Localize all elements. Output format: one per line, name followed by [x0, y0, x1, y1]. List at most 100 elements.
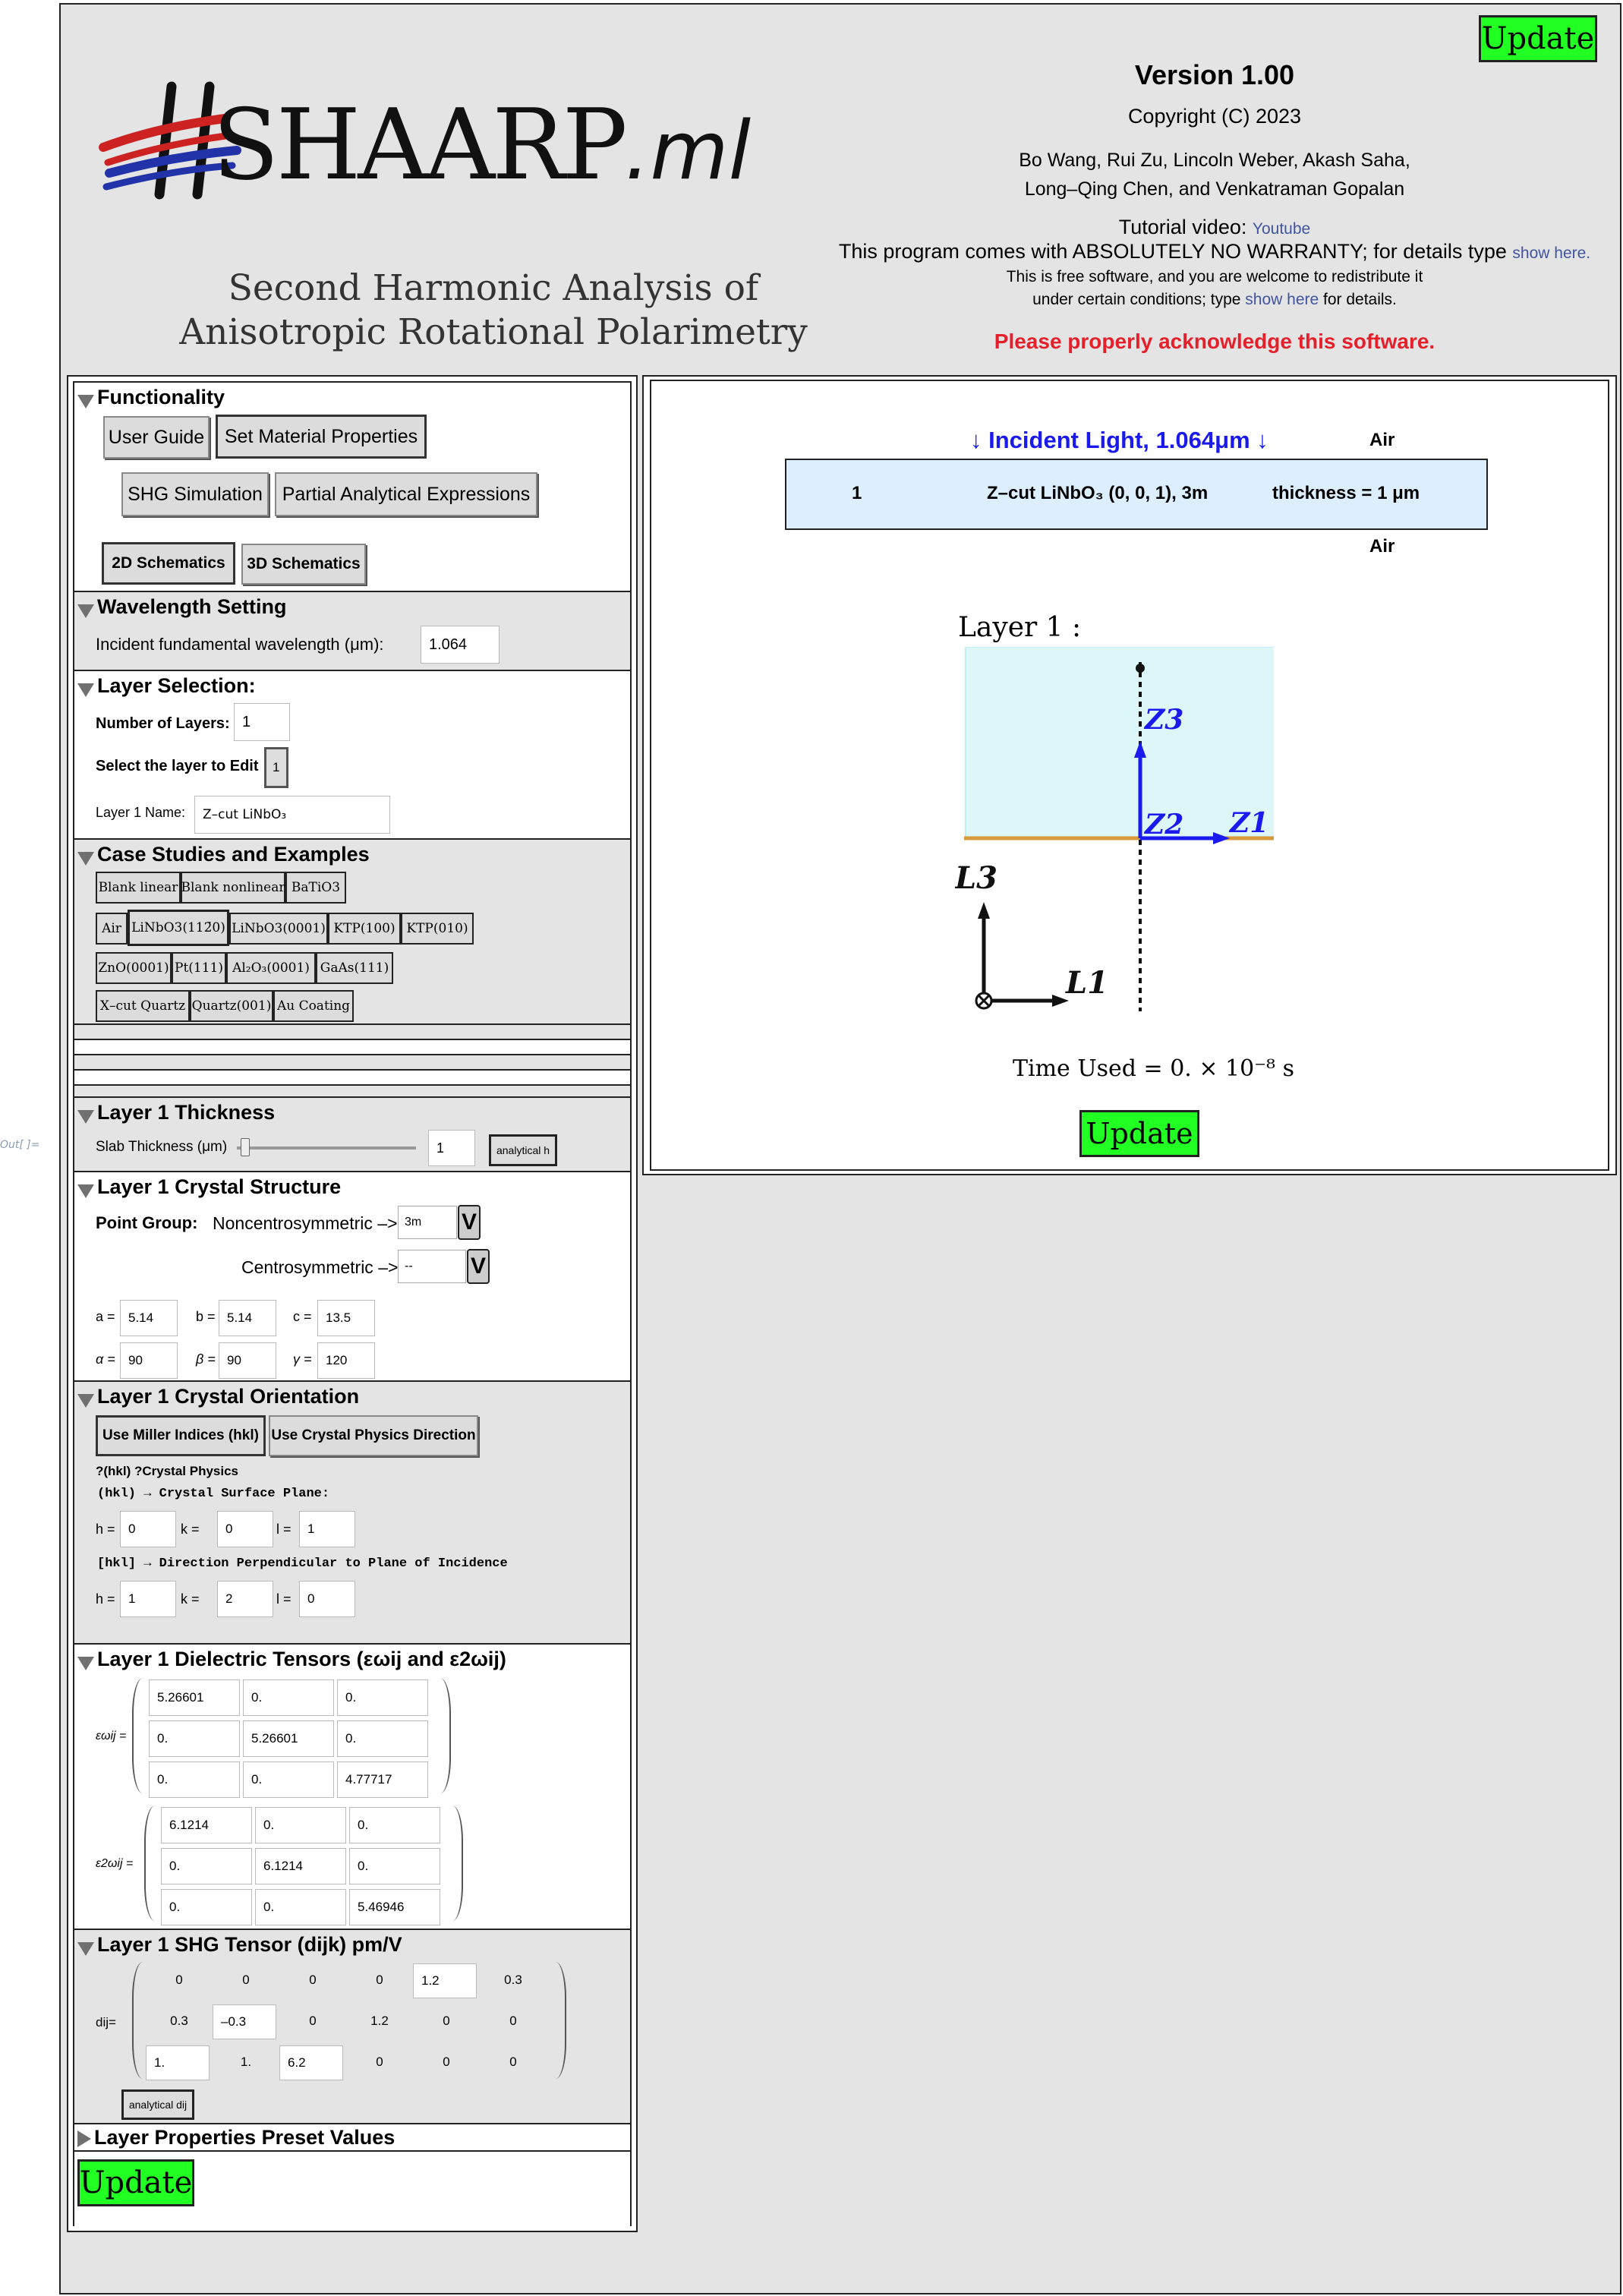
time-used-label: Time Used = 0. × 10⁻⁸ s: [1013, 1055, 1294, 1082]
layer-material: Z–cut LiNbO₃ (0, 0, 1), 3m: [987, 483, 1209, 503]
expand-triangle-icon: [77, 2130, 91, 2147]
matrix-cell-input[interactable]: 0.: [349, 1807, 440, 1843]
warranty-text: This program comes with ABSOLUTELY NO WA…: [838, 240, 1507, 263]
case-studies-heading[interactable]: Case Studies and Examples: [77, 843, 370, 866]
shg-heading[interactable]: Layer 1 SHG Tensor (dijk) pm/V: [77, 1933, 402, 1957]
matrix-cell-input[interactable]: 5.26601: [243, 1720, 334, 1757]
l1-input[interactable]: 1: [299, 1511, 355, 1547]
case-batio3-button[interactable]: BaTiO3: [285, 872, 346, 904]
youtube-link[interactable]: Youtube: [1253, 220, 1310, 238]
matrix-cell-input[interactable]: 4.77717: [337, 1761, 428, 1798]
k1-input[interactable]: 0: [217, 1511, 273, 1547]
section-shg: Layer 1 SHG Tensor (dijk) pm/V dij= 0 0 0 0…: [74, 1929, 630, 2123]
analytical-h-button[interactable]: analytical h: [489, 1134, 557, 1166]
h1-input[interactable]: 0: [120, 1511, 176, 1547]
case-blank-linear-button[interactable]: Blank linear: [96, 872, 181, 904]
noncentro-select[interactable]: 3m V: [398, 1205, 481, 1240]
thickness-heading[interactable]: Layer 1 Thickness: [77, 1101, 275, 1124]
dij-cell-input[interactable]: 6.2: [279, 2045, 343, 2080]
chevron-down-icon[interactable]: V: [458, 1205, 481, 1240]
matrix-cell-input[interactable]: 0.: [337, 1720, 428, 1757]
version-text: Version 1.00: [1134, 59, 1295, 90]
wavelength-input[interactable]: 1.064: [421, 626, 500, 664]
number-of-layers-input[interactable]: 1: [234, 703, 290, 741]
update-button-bottom[interactable]: Update: [77, 2159, 194, 2206]
matrix-cell-input[interactable]: 0.: [149, 1761, 240, 1798]
user-guide-button[interactable]: User Guide: [103, 416, 210, 459]
b-input[interactable]: 5.14: [219, 1300, 276, 1336]
matrix-cell-input[interactable]: 6.1214: [255, 1848, 346, 1884]
warranty-show-here-link[interactable]: show here.: [1512, 244, 1590, 262]
settings-inner: Functionality User Guide Set Material Pr…: [73, 381, 632, 2229]
case-linbo3-0001-button[interactable]: LiNbO3(0001): [229, 913, 328, 945]
case-au-coating-button[interactable]: Au Coating: [273, 990, 354, 1022]
case-al2o3-button[interactable]: Al₂O₃(0001): [226, 952, 316, 984]
gamma-input[interactable]: 120: [317, 1342, 375, 1379]
functionality-heading[interactable]: Functionality: [77, 386, 225, 409]
use-crystal-physics-button[interactable]: Use Crystal Physics Direction: [269, 1415, 478, 1456]
matrix-cell-input[interactable]: 0.: [243, 1679, 334, 1716]
matrix-cell-input[interactable]: 0.: [255, 1807, 346, 1843]
subtitle-line-1: Second Harmonic Analysis of: [228, 267, 759, 309]
case-ktp-010-button[interactable]: KTP(010): [401, 913, 474, 945]
beta-input[interactable]: 90: [219, 1342, 276, 1379]
dij-cell: 0: [309, 2014, 317, 2028]
presets-heading[interactable]: Layer Properties Preset Values: [77, 2126, 395, 2149]
case-air-button[interactable]: Air: [96, 913, 128, 945]
matrix-cell-input[interactable]: 0.: [337, 1679, 428, 1716]
2d-schematics-button[interactable]: 2D Schematics: [102, 542, 235, 585]
set-material-properties-button[interactable]: Set Material Properties: [216, 415, 427, 459]
layer-name-input[interactable]: Z–cut LiNbO₃: [194, 796, 390, 834]
layer-edit-selector[interactable]: 1: [264, 747, 288, 788]
orientation-heading[interactable]: Layer 1 Crystal Orientation: [77, 1385, 359, 1408]
case-ktp-100-button[interactable]: KTP(100): [328, 913, 401, 945]
collapse-triangle-icon: [77, 1109, 94, 1124]
matrix-cell-input[interactable]: 6.1214: [161, 1807, 252, 1843]
matrix-cell-input[interactable]: 5.26601: [149, 1679, 240, 1716]
update-button-top[interactable]: Update: [1479, 15, 1597, 62]
use-miller-indices-button[interactable]: Use Miller Indices (hkl): [96, 1415, 266, 1456]
matrix-cell-input[interactable]: 0.: [149, 1720, 240, 1757]
subtitle: Second Harmonic Analysis of Anisotropic …: [175, 266, 812, 355]
number-of-layers-label: Number of Layers:: [96, 715, 230, 732]
thickness-slider-track[interactable]: [237, 1138, 416, 1156]
c-input[interactable]: 13.5: [317, 1300, 375, 1336]
case-linbo3-1120-button[interactable]: LiNbO3(112̄0): [128, 910, 229, 946]
chevron-down-icon[interactable]: V: [467, 1249, 490, 1284]
wavelength-heading[interactable]: Wavelength Setting: [77, 595, 287, 619]
dij-cell-input[interactable]: 1.: [146, 2045, 210, 2080]
matrix-cell-input[interactable]: 0.: [161, 1848, 252, 1884]
dij-cell-input[interactable]: –0.3: [213, 2004, 276, 2039]
update-button-schematic[interactable]: Update: [1079, 1110, 1199, 1157]
case-quartz-001-button[interactable]: Quartz(001): [190, 990, 273, 1022]
case-blank-nonlinear-button[interactable]: Blank nonlinear: [181, 872, 285, 904]
thickness-slider-handle[interactable]: [241, 1138, 250, 1156]
analytical-dij-button[interactable]: analytical dij: [121, 2089, 194, 2120]
h2-input[interactable]: 1: [120, 1581, 176, 1617]
dij-cell: 0: [443, 2014, 450, 2028]
matrix-cell-input[interactable]: 0.: [161, 1889, 252, 1925]
matrix-cell-input[interactable]: 0.: [243, 1761, 334, 1798]
3d-schematics-button[interactable]: 3D Schematics: [241, 544, 366, 585]
case-xcut-quartz-button[interactable]: X–cut Quartz: [96, 990, 190, 1022]
matrix-right-paren: [440, 1678, 451, 1793]
thickness-input[interactable]: 1: [428, 1130, 475, 1166]
case-pt-button[interactable]: Pt(111): [172, 952, 226, 984]
free-show-here-link[interactable]: show here: [1245, 291, 1319, 308]
centro-select[interactable]: -- V: [398, 1249, 490, 1284]
matrix-cell-input[interactable]: 0.: [349, 1848, 440, 1884]
alpha-input[interactable]: 90: [120, 1342, 178, 1379]
dij-cell-input[interactable]: 1.2: [413, 1963, 477, 1998]
case-gaas-button[interactable]: GaAs(111): [316, 952, 393, 984]
l2-input[interactable]: 0: [299, 1581, 355, 1617]
crystal-structure-heading[interactable]: Layer 1 Crystal Structure: [77, 1175, 341, 1199]
partial-analytical-expressions-button[interactable]: Partial Analytical Expressions: [275, 472, 537, 516]
matrix-cell-input[interactable]: 0.: [255, 1889, 346, 1925]
matrix-cell-input[interactable]: 5.46946: [349, 1889, 440, 1925]
dielectric-heading[interactable]: Layer 1 Dielectric Tensors (εωij and ε2ω…: [77, 1648, 506, 1671]
a-input[interactable]: 5.14: [120, 1300, 178, 1336]
shg-simulation-button[interactable]: SHG Simulation: [121, 472, 269, 516]
layer-selection-heading[interactable]: Layer Selection:: [77, 674, 256, 698]
k2-input[interactable]: 2: [217, 1581, 273, 1617]
case-zno-button[interactable]: ZnO(0001): [96, 952, 172, 984]
